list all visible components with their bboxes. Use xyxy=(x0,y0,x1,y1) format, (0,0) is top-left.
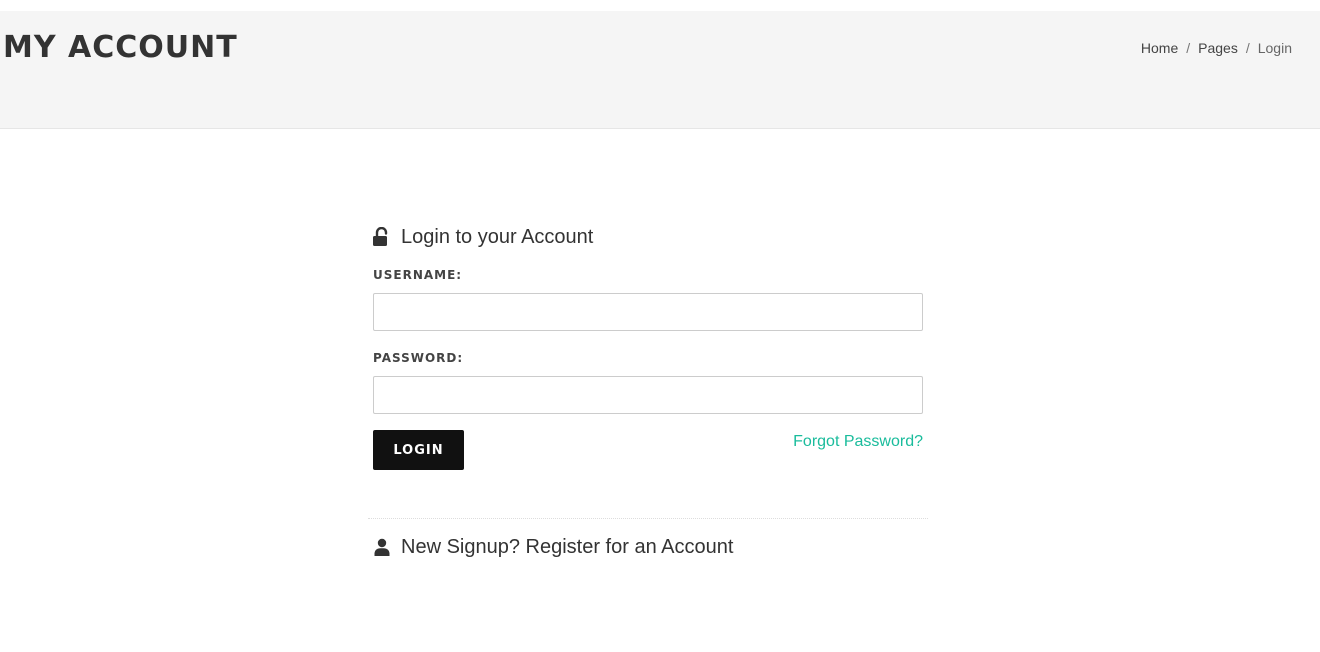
signup-heading: New Signup? Register for an Account xyxy=(373,532,733,562)
page-header: MY ACCOUNT Home / Pages / Login xyxy=(0,11,1320,129)
username-label: USERNAME: xyxy=(373,268,463,282)
login-form: Login to your Account USERNAME: PASSWORD… xyxy=(373,222,923,470)
login-button[interactable]: LOGIN xyxy=(373,430,464,470)
form-actions: LOGIN Forgot Password? xyxy=(373,430,923,470)
forgot-password-link[interactable]: Forgot Password? xyxy=(793,433,923,451)
login-heading: Login to your Account xyxy=(373,222,923,252)
section-divider xyxy=(368,518,928,519)
breadcrumb-current: Login xyxy=(1257,40,1292,56)
username-input[interactable] xyxy=(373,293,923,331)
signup-heading-text[interactable]: New Signup? Register for an Account xyxy=(401,536,733,559)
breadcrumb-separator: / xyxy=(1245,40,1250,56)
breadcrumb-pages[interactable]: Pages xyxy=(1198,40,1238,56)
login-heading-text: Login to your Account xyxy=(401,225,594,248)
breadcrumb-home[interactable]: Home xyxy=(1141,40,1178,56)
password-label: PASSWORD: xyxy=(373,351,464,365)
password-input[interactable] xyxy=(373,376,923,414)
breadcrumb-separator: / xyxy=(1186,40,1191,56)
user-icon xyxy=(373,537,391,557)
page-title: MY ACCOUNT xyxy=(3,30,238,65)
breadcrumb: Home / Pages / Login xyxy=(1141,40,1292,56)
unlock-icon xyxy=(373,227,391,247)
